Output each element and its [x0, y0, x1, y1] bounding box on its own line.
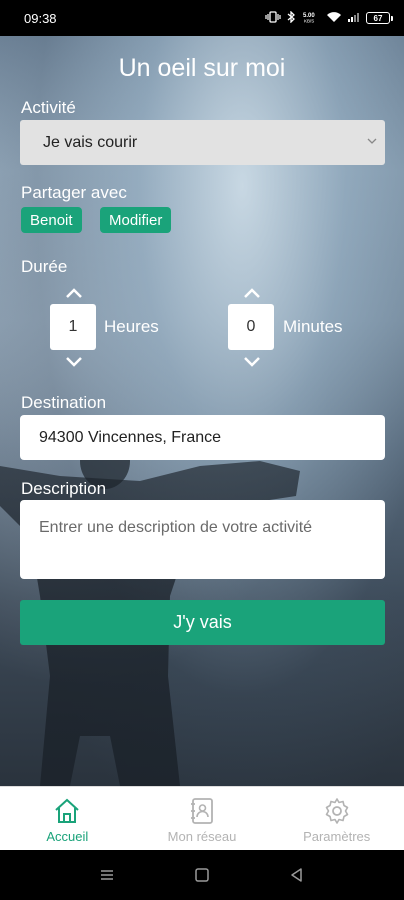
- network-speed-icon: 5.00 KB/S: [302, 11, 320, 26]
- description-label: Description: [21, 479, 107, 498]
- svg-text:KB/S: KB/S: [304, 18, 314, 23]
- minutes-field[interactable]: 0: [228, 304, 274, 350]
- status-icons: 5.00 KB/S 67: [265, 9, 393, 26]
- minutes-decrement-icon[interactable]: [243, 356, 261, 368]
- tab-parametres[interactable]: Paramètres: [269, 787, 404, 850]
- tab-label: Paramètres: [303, 829, 371, 844]
- battery-icon: 67: [366, 12, 393, 24]
- home-button-icon[interactable]: [193, 866, 211, 884]
- vibrate-icon: [265, 10, 281, 26]
- contact-chip-benoit[interactable]: Benoit: [21, 207, 82, 233]
- activity-selected-value: Je vais courir: [43, 133, 138, 151]
- tab-label: Accueil: [46, 829, 89, 844]
- hours-decrement-icon[interactable]: [65, 356, 83, 368]
- hours-field[interactable]: 1: [50, 304, 96, 350]
- status-time: 09:38: [24, 10, 57, 26]
- system-nav-bar: [0, 850, 404, 900]
- minutes-increment-icon[interactable]: [243, 287, 261, 299]
- main-content: Un oeil sur moi Activité Je vais courir …: [0, 36, 404, 786]
- modify-contacts-button[interactable]: Modifier: [100, 207, 172, 233]
- gear-icon: [325, 798, 348, 824]
- destination-label: Destination: [21, 393, 107, 412]
- tab-accueil[interactable]: Accueil: [0, 787, 135, 850]
- bluetooth-icon: [287, 9, 296, 26]
- home-icon: [55, 798, 80, 823]
- destination-input[interactable]: 94300 Vincennes, France: [20, 415, 385, 460]
- tab-label: Mon réseau: [167, 829, 237, 844]
- minutes-label: Minutes: [283, 317, 343, 336]
- destination-value: 94300 Vincennes, France: [39, 428, 222, 446]
- battery-level: 67: [373, 13, 383, 23]
- activity-select[interactable]: Je vais courir: [20, 120, 385, 165]
- share-label: Partager avec: [21, 183, 127, 202]
- signal-icon: [348, 11, 360, 26]
- status-bar: 09:38 5.00 KB/S 67: [0, 0, 404, 36]
- back-icon[interactable]: [288, 866, 306, 884]
- bottom-tab-bar: Accueil Mon réseau Paramètres: [0, 786, 404, 850]
- duration-label: Durée: [21, 257, 68, 276]
- chevron-down-icon: [367, 138, 377, 144]
- page-title: Un oeil sur moi: [118, 54, 286, 82]
- tab-mon-reseau[interactable]: Mon réseau: [135, 787, 270, 850]
- submit-button[interactable]: J'y vais: [20, 600, 385, 645]
- hours-increment-icon[interactable]: [65, 287, 83, 299]
- description-input[interactable]: Entrer une description de votre activité: [20, 500, 385, 579]
- contacts-icon: [191, 798, 213, 824]
- hours-label: Heures: [104, 317, 159, 336]
- description-placeholder: Entrer une description de votre activité: [39, 519, 313, 536]
- activity-label: Activité: [21, 98, 76, 117]
- recent-apps-icon[interactable]: [98, 866, 116, 884]
- wifi-icon: [326, 11, 342, 26]
